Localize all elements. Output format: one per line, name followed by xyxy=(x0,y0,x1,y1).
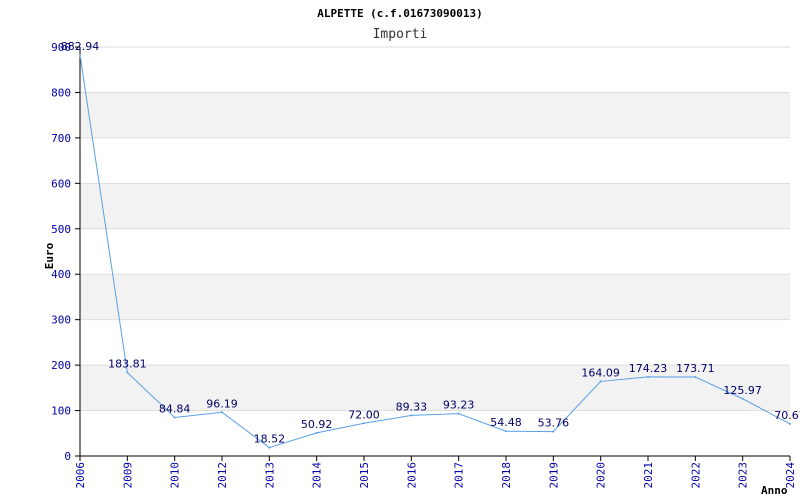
data-label: 18.52 xyxy=(254,433,286,446)
x-tick-label: 2009 xyxy=(121,462,134,489)
data-point xyxy=(741,397,744,400)
x-tick-label: 2010 xyxy=(169,462,182,489)
x-tick-label: 2020 xyxy=(595,462,608,489)
data-label: 96.19 xyxy=(206,397,238,410)
data-point xyxy=(410,414,413,417)
grid-band xyxy=(80,274,790,320)
y-tick-label: 0 xyxy=(64,450,71,463)
x-tick-label: 2015 xyxy=(358,462,371,489)
data-point xyxy=(552,430,555,433)
data-label: 183.81 xyxy=(108,357,147,370)
y-tick-label: 700 xyxy=(51,132,71,145)
data-point xyxy=(505,430,507,433)
data-label: 70.67 xyxy=(774,409,800,422)
data-point xyxy=(647,375,649,378)
x-tick-label: 2021 xyxy=(642,462,655,489)
x-tick-label: 2014 xyxy=(311,462,324,489)
data-point xyxy=(363,422,365,425)
x-ticks: 2006 2009 2010 2012 2013 2014 2015 2016 2017 2018… xyxy=(74,456,797,489)
x-tick-label: 2023 xyxy=(737,462,750,489)
y-tick-label: 300 xyxy=(51,314,71,327)
data-point xyxy=(457,412,460,415)
data-label: 173.71 xyxy=(676,362,715,375)
chart-subtitle: Importi xyxy=(373,27,428,42)
data-point xyxy=(79,53,81,56)
data-label: 89.33 xyxy=(396,400,428,413)
data-label: 72.00 xyxy=(348,408,380,421)
data-point xyxy=(173,416,176,419)
grid-band xyxy=(80,92,790,138)
data-point xyxy=(268,446,271,449)
x-tick-label: 2012 xyxy=(216,462,229,489)
y-tick-label: 100 xyxy=(51,405,71,418)
data-label: 174.23 xyxy=(629,362,668,375)
x-tick-label: 2013 xyxy=(263,462,276,489)
x-tick-label: 2019 xyxy=(547,462,560,489)
data-label: 50.92 xyxy=(301,418,333,431)
data-label: 54.48 xyxy=(490,416,522,429)
data-point xyxy=(599,380,602,383)
y-axis-label: Euro xyxy=(43,242,56,269)
y-tick-label: 800 xyxy=(51,86,71,99)
grid-band xyxy=(80,183,790,229)
line-chart: ALPETTE (c.f.01673090013) Importi 0 100 20… xyxy=(43,7,800,497)
y-tick-label: 200 xyxy=(51,359,71,372)
data-point xyxy=(126,371,129,374)
x-tick-label: 2022 xyxy=(689,462,702,489)
x-tick-label: 2018 xyxy=(500,462,513,489)
data-point xyxy=(315,431,318,434)
data-label: 93.23 xyxy=(443,399,475,412)
x-tick-label: 2017 xyxy=(453,462,466,489)
data-point xyxy=(694,376,697,379)
x-tick-label: 2006 xyxy=(74,462,87,489)
y-tick-label: 500 xyxy=(51,223,71,236)
y-tick-label: 600 xyxy=(51,177,71,190)
data-label: 164.09 xyxy=(581,366,620,379)
data-label: 84.84 xyxy=(159,402,191,415)
data-label: 125.97 xyxy=(723,384,762,397)
chart-title: ALPETTE (c.f.01673090013) xyxy=(317,7,483,20)
data-label: 882.94 xyxy=(61,40,100,53)
data-point xyxy=(789,422,791,425)
x-axis-label: Anno xyxy=(761,484,788,497)
data-point xyxy=(221,411,223,414)
x-tick-label: 2016 xyxy=(405,462,418,489)
data-label: 53.76 xyxy=(538,417,570,430)
